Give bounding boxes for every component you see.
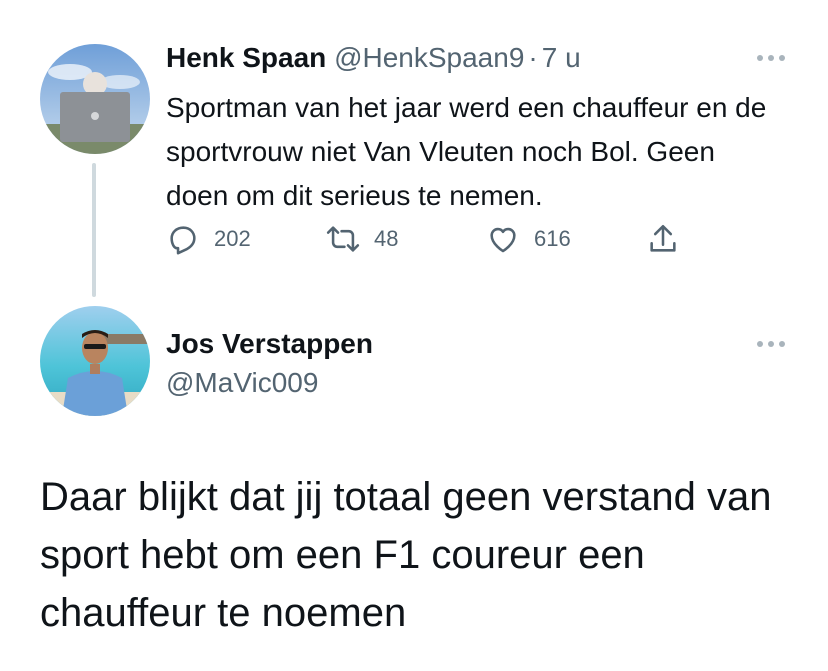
avatar-image	[40, 306, 150, 416]
share-button[interactable]	[646, 222, 680, 256]
tweet1-header: Henk Spaan @HenkSpaan9 · 7 u	[166, 40, 581, 76]
retweet-count: 48	[374, 226, 399, 251]
reply-icon	[170, 226, 196, 255]
avatar-henk-spaan[interactable]	[40, 44, 150, 154]
more-icon[interactable]	[757, 53, 787, 63]
reply-button[interactable]: 202	[166, 222, 251, 256]
retweet-icon	[326, 226, 360, 252]
like-count: 616	[534, 226, 571, 251]
reply-count: 202	[214, 226, 251, 251]
tweet1-separator: ·	[528, 42, 538, 73]
retweet-button[interactable]: 48	[326, 222, 398, 256]
tweet1-author-name[interactable]: Henk Spaan	[166, 42, 326, 73]
like-button[interactable]: 616	[486, 222, 571, 256]
tweet2-text: Daar blijkt dat jij totaal geen verstand…	[40, 475, 772, 635]
more-icon[interactable]	[757, 339, 787, 349]
thread-line	[92, 163, 96, 297]
tweet1-text: Sportman van het jaar werd een chauffeur…	[166, 92, 767, 211]
tweet1-timestamp[interactable]: 7 u	[542, 42, 581, 73]
tweet1-author-handle[interactable]: @HenkSpaan9	[334, 42, 524, 73]
avatar-jos-verstappen[interactable]	[40, 306, 150, 416]
share-icon	[650, 224, 676, 252]
tweet2-author-handle[interactable]: @MaVic009	[166, 365, 318, 401]
heart-icon	[490, 227, 516, 253]
avatar-image	[40, 44, 150, 154]
tweet2-author-name[interactable]: Jos Verstappen	[166, 326, 373, 362]
